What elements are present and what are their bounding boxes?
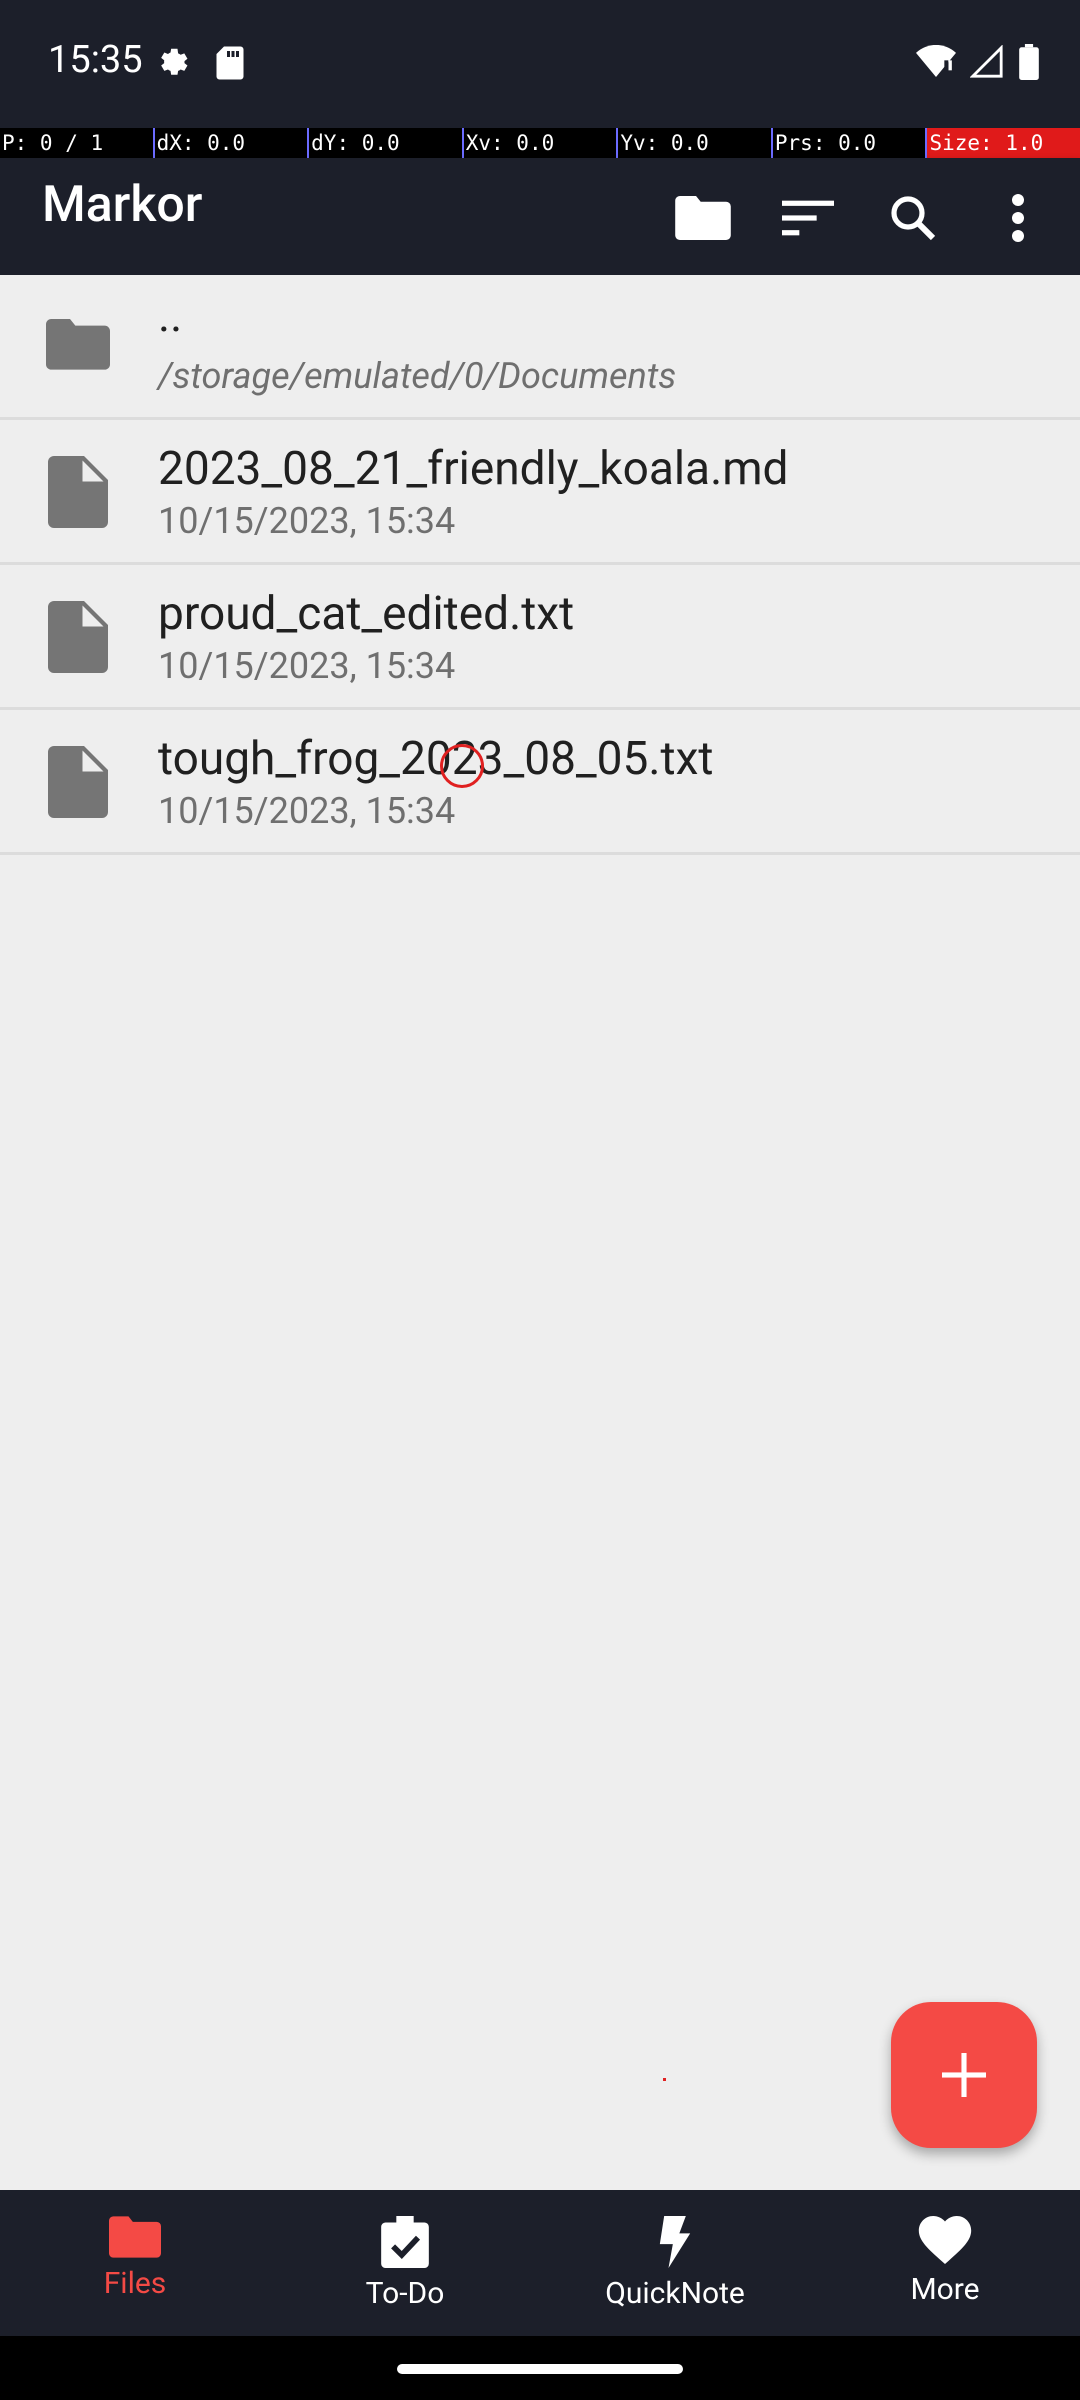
touch-indicator bbox=[440, 744, 484, 788]
pointer-yv: Yv: 0.0 bbox=[616, 128, 771, 158]
wifi-icon bbox=[916, 45, 956, 77]
nav-label: QuickNote bbox=[605, 2276, 745, 2311]
file-name: .. bbox=[158, 289, 183, 343]
heart-icon bbox=[918, 2216, 972, 2264]
more-vert-icon bbox=[1011, 194, 1024, 242]
app-bar: Markor bbox=[0, 158, 1080, 275]
file-date: 10/15/2023, 15:34 bbox=[158, 790, 456, 832]
nav-todo[interactable]: To-Do bbox=[270, 2190, 540, 2336]
sd-card-icon bbox=[216, 46, 244, 80]
nav-label: Files bbox=[103, 2266, 167, 2301]
status-time: 15:35 bbox=[48, 38, 143, 82]
nav-label: To-Do bbox=[365, 2276, 445, 2311]
signal-icon bbox=[970, 45, 1003, 78]
list-item-file[interactable]: 2023_08_21_friendly_koala.md 10/15/2023,… bbox=[0, 420, 1080, 565]
folder-button[interactable] bbox=[650, 178, 755, 258]
folder-path: /storage/emulated/0/Documents bbox=[158, 355, 677, 397]
pointer-count: P: 0 / 1 bbox=[0, 128, 153, 158]
sort-button[interactable] bbox=[755, 178, 860, 258]
file-date: 10/15/2023, 15:34 bbox=[158, 500, 456, 542]
bottom-navigation: Files To-Do QuickNote More bbox=[0, 2190, 1080, 2336]
file-list: .. /storage/emulated/0/Documents 2023_08… bbox=[0, 275, 1080, 855]
home-handle[interactable] bbox=[397, 2364, 683, 2374]
sort-icon bbox=[781, 200, 834, 236]
nav-files[interactable]: Files bbox=[0, 2190, 270, 2336]
pointer-xv: Xv: 0.0 bbox=[461, 128, 617, 158]
lightning-icon bbox=[659, 2216, 691, 2268]
pointer-dx: dX: 0.0 bbox=[152, 128, 308, 158]
folder-icon bbox=[46, 319, 110, 370]
file-icon bbox=[48, 746, 108, 818]
app-title: Markor bbox=[42, 176, 203, 234]
new-file-fab[interactable] bbox=[891, 2002, 1037, 2148]
checklist-icon bbox=[381, 2216, 429, 2268]
search-button[interactable] bbox=[860, 178, 965, 258]
status-bar: 15:35 bbox=[0, 0, 1080, 128]
folder-icon bbox=[674, 196, 731, 240]
list-item-file[interactable]: proud_cat_edited.txt 10/15/2023, 15:34 bbox=[0, 565, 1080, 710]
file-icon bbox=[48, 601, 108, 673]
pointer-info-bar: P: 0 / 1 dX: 0.0 dY: 0.0 Xv: 0.0 Yv: 0.0… bbox=[0, 128, 1080, 158]
nav-quicknote[interactable]: QuickNote bbox=[540, 2190, 810, 2336]
nav-label: More bbox=[910, 2272, 980, 2307]
gesture-bar bbox=[0, 2336, 1080, 2400]
settings-icon bbox=[161, 48, 188, 75]
pointer-pressure: Prs: 0.0 bbox=[770, 128, 926, 158]
pointer-size: Size: 1.0 bbox=[925, 128, 1080, 158]
file-name: tough_frog_2023_08_05.txt bbox=[158, 732, 714, 786]
file-date: 10/15/2023, 15:34 bbox=[158, 645, 456, 687]
plus-icon bbox=[942, 2053, 986, 2097]
list-item-parent-folder[interactable]: .. /storage/emulated/0/Documents bbox=[0, 275, 1080, 420]
file-name: proud_cat_edited.txt bbox=[158, 587, 575, 641]
battery-icon bbox=[1019, 44, 1039, 80]
search-icon bbox=[890, 196, 935, 241]
file-name: 2023_08_21_friendly_koala.md bbox=[158, 442, 789, 496]
pointer-dy: dY: 0.0 bbox=[307, 128, 462, 158]
more-options-button[interactable] bbox=[965, 178, 1070, 258]
touch-trace bbox=[663, 2078, 666, 2081]
list-item-file[interactable]: tough_frog_2023_08_05.txt 10/15/2023, 15… bbox=[0, 710, 1080, 855]
folder-icon bbox=[109, 2216, 161, 2258]
nav-more[interactable]: More bbox=[810, 2190, 1080, 2336]
file-icon bbox=[48, 456, 108, 528]
